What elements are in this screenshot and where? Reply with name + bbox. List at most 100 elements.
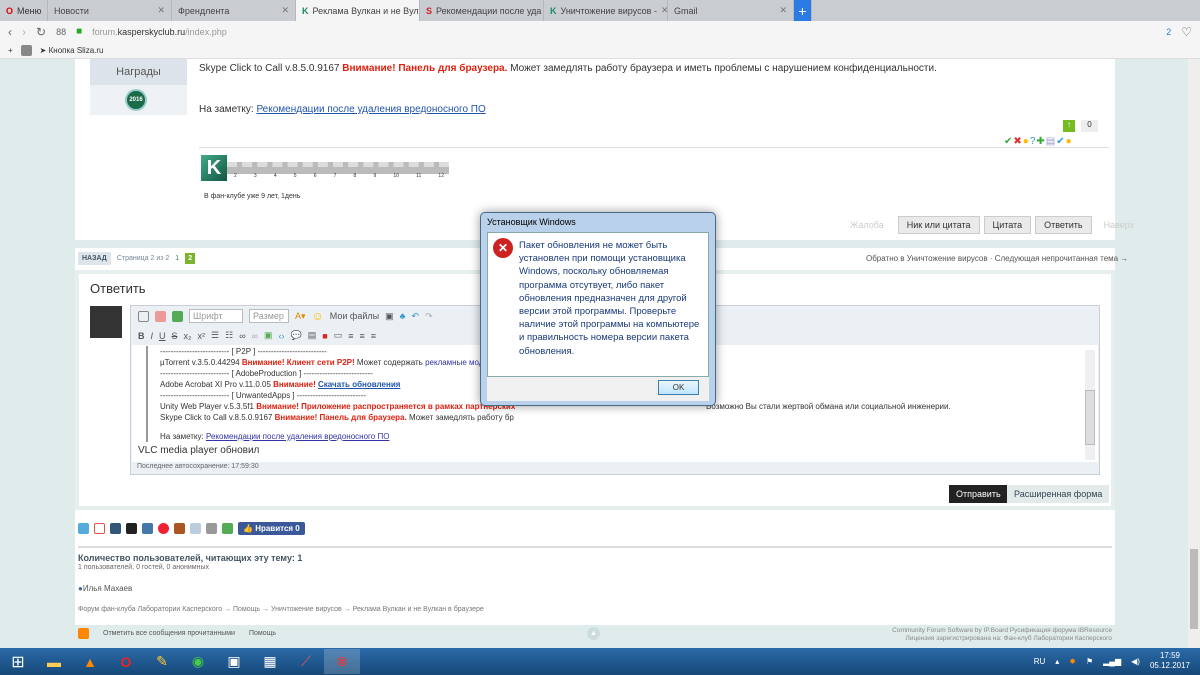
- align-right-icon[interactable]: ≡: [371, 331, 376, 341]
- italic-icon[interactable]: I: [151, 331, 154, 341]
- back-to-forum-link[interactable]: Обратно в Уничтожение вирусов: [866, 254, 988, 263]
- superscript-icon[interactable]: x²: [198, 331, 206, 341]
- clock[interactable]: 17:59 05.12.2017: [1150, 651, 1190, 671]
- breadcrumb-item[interactable]: Помощь: [233, 606, 260, 613]
- unlink-icon[interactable]: ∞: [252, 331, 258, 341]
- new-tab-button[interactable]: +: [794, 0, 812, 21]
- upvote-icon[interactable]: ↑: [1063, 120, 1075, 132]
- advanced-form-button[interactable]: Расширенная форма: [1007, 485, 1110, 503]
- tab-recommendations[interactable]: SРекомендации после уда✕: [420, 0, 544, 21]
- download-icon[interactable]: [222, 523, 233, 534]
- rss-icon[interactable]: [78, 628, 89, 639]
- avast-icon[interactable]: ✸: [1069, 657, 1076, 666]
- size-select[interactable]: Размер: [249, 309, 289, 323]
- flag-icon[interactable]: ⚑: [1086, 657, 1093, 666]
- explorer-icon[interactable]: ▬: [36, 649, 72, 674]
- ok-button[interactable]: OK: [658, 380, 699, 395]
- extension-badge[interactable]: 2: [1166, 27, 1171, 37]
- back-icon[interactable]: ‹: [8, 25, 12, 39]
- myspace-icon[interactable]: [158, 523, 169, 534]
- add-bookmark-icon[interactable]: +: [8, 46, 13, 55]
- smiley-icon[interactable]: ☺: [312, 309, 324, 323]
- page-scrollbar[interactable]: [1188, 59, 1200, 648]
- reload-icon[interactable]: ↻: [36, 25, 46, 39]
- paint-icon[interactable]: ✎: [144, 649, 180, 674]
- undo-icon[interactable]: ↶: [412, 311, 420, 322]
- forward-icon[interactable]: ›: [22, 25, 26, 39]
- delicious-icon[interactable]: [126, 523, 137, 534]
- page-2-current[interactable]: 2: [185, 253, 196, 264]
- strike-icon[interactable]: S: [172, 331, 178, 341]
- template-icon[interactable]: [172, 310, 183, 322]
- source-icon[interactable]: [138, 310, 149, 322]
- send-button[interactable]: Отправить: [949, 485, 1008, 503]
- code-icon[interactable]: ‹›: [279, 331, 285, 341]
- home-icon[interactable]: [174, 523, 185, 534]
- quote-icon[interactable]: 💬: [291, 330, 302, 341]
- quote-button[interactable]: Цитата: [983, 216, 1032, 234]
- report-link[interactable]: Жалоба: [850, 220, 884, 230]
- app-icon[interactable]: ⟋: [288, 649, 324, 674]
- editor-scrollbar[interactable]: [1085, 350, 1095, 460]
- control-panel-icon[interactable]: ▦: [252, 649, 288, 674]
- redo-icon[interactable]: ↷: [425, 311, 433, 322]
- twitter-icon[interactable]: [78, 523, 89, 534]
- mark-read-link[interactable]: Отметить все сообщения прочитанными: [103, 630, 235, 637]
- link-icon[interactable]: ∞: [239, 331, 245, 341]
- page-1-link[interactable]: 1: [175, 255, 179, 262]
- opera-menu-button[interactable]: O Меню: [0, 0, 48, 21]
- volume-icon[interactable]: ◀): [1131, 657, 1140, 666]
- next-unread-link[interactable]: Следующая непрочитанная тема →: [995, 254, 1129, 263]
- breadcrumb-item[interactable]: Уничтожение вирусов: [271, 606, 342, 613]
- tab-gmail[interactable]: Gmail ✕: [668, 0, 794, 21]
- back-button[interactable]: НАЗАД: [78, 252, 111, 265]
- email-icon[interactable]: [190, 523, 201, 534]
- subscript-icon[interactable]: x₂: [184, 331, 192, 341]
- facebook-like-button[interactable]: 👍 Нравится 0: [238, 522, 305, 535]
- bullet-list-icon[interactable]: ☰: [211, 330, 219, 341]
- vk-icon[interactable]: [142, 523, 153, 534]
- close-icon[interactable]: ✕: [661, 5, 667, 16]
- bookmark-sliza[interactable]: ➤ Кнопка Sliza.ru: [40, 46, 104, 55]
- my-files-button[interactable]: Мои файлы: [330, 311, 379, 321]
- align-left-icon[interactable]: ≡: [348, 331, 353, 341]
- number-list-icon[interactable]: ☷: [225, 330, 233, 341]
- speed-dial-icon[interactable]: 88: [56, 27, 66, 37]
- network-icon[interactable]: ▂▄▆: [1103, 657, 1121, 666]
- chrome-icon[interactable]: ◉: [180, 649, 216, 674]
- start-button[interactable]: ⊞: [0, 649, 36, 674]
- youtube-icon[interactable]: ■: [322, 331, 327, 341]
- image-icon[interactable]: ▣: [264, 330, 273, 341]
- nick-quote-button[interactable]: Ник или цитата: [897, 216, 980, 234]
- special-icon[interactable]: ♣: [400, 311, 406, 321]
- installer-error-task[interactable]: ⊗: [324, 649, 360, 674]
- spoiler-icon[interactable]: ▭: [334, 330, 343, 341]
- moderation-icons[interactable]: ✔✖●?✚▤✔●: [1004, 136, 1073, 147]
- scroll-top-icon[interactable]: ▲: [587, 627, 600, 640]
- heart-icon[interactable]: ♡: [1181, 25, 1192, 39]
- close-icon[interactable]: ✕: [779, 5, 787, 16]
- recommendations-link[interactable]: Рекомендации после удаления вредоносного…: [256, 104, 485, 115]
- tab-friendfeed[interactable]: Френдлента ✕: [172, 0, 296, 21]
- vlc-icon[interactable]: ▲: [72, 649, 108, 674]
- url-field[interactable]: forum.kasperskyclub.ru/index.php: [92, 27, 227, 37]
- tab-virus-removal[interactable]: K Уничтожение вирусов - ✕: [544, 0, 668, 21]
- opera-icon[interactable]: O: [108, 649, 144, 674]
- google-plus-icon[interactable]: [94, 523, 105, 534]
- font-select[interactable]: Шрифт: [189, 309, 243, 323]
- eraser-icon[interactable]: [155, 310, 166, 322]
- digg-icon[interactable]: [110, 523, 121, 534]
- underline-icon[interactable]: U: [159, 331, 166, 341]
- toolbox-icon[interactable]: ▣: [385, 311, 394, 322]
- help-link[interactable]: Помощь: [249, 630, 276, 637]
- text-color-icon[interactable]: A▾: [295, 311, 306, 322]
- breadcrumb-item[interactable]: Реклама Вулкан и не Вулкан в браузере: [353, 606, 484, 613]
- language-indicator[interactable]: RU: [1034, 657, 1046, 666]
- bold-icon[interactable]: B: [138, 331, 145, 341]
- tab-active[interactable]: KРеклама Вулкан и не Вул✕: [296, 0, 420, 21]
- reader-user[interactable]: ●Илья Махаев: [78, 584, 132, 593]
- tray-expand-icon[interactable]: ▴: [1055, 657, 1059, 666]
- align-center-icon[interactable]: ≡: [360, 331, 365, 341]
- close-icon[interactable]: ✕: [157, 5, 165, 16]
- close-icon[interactable]: ✕: [281, 5, 289, 16]
